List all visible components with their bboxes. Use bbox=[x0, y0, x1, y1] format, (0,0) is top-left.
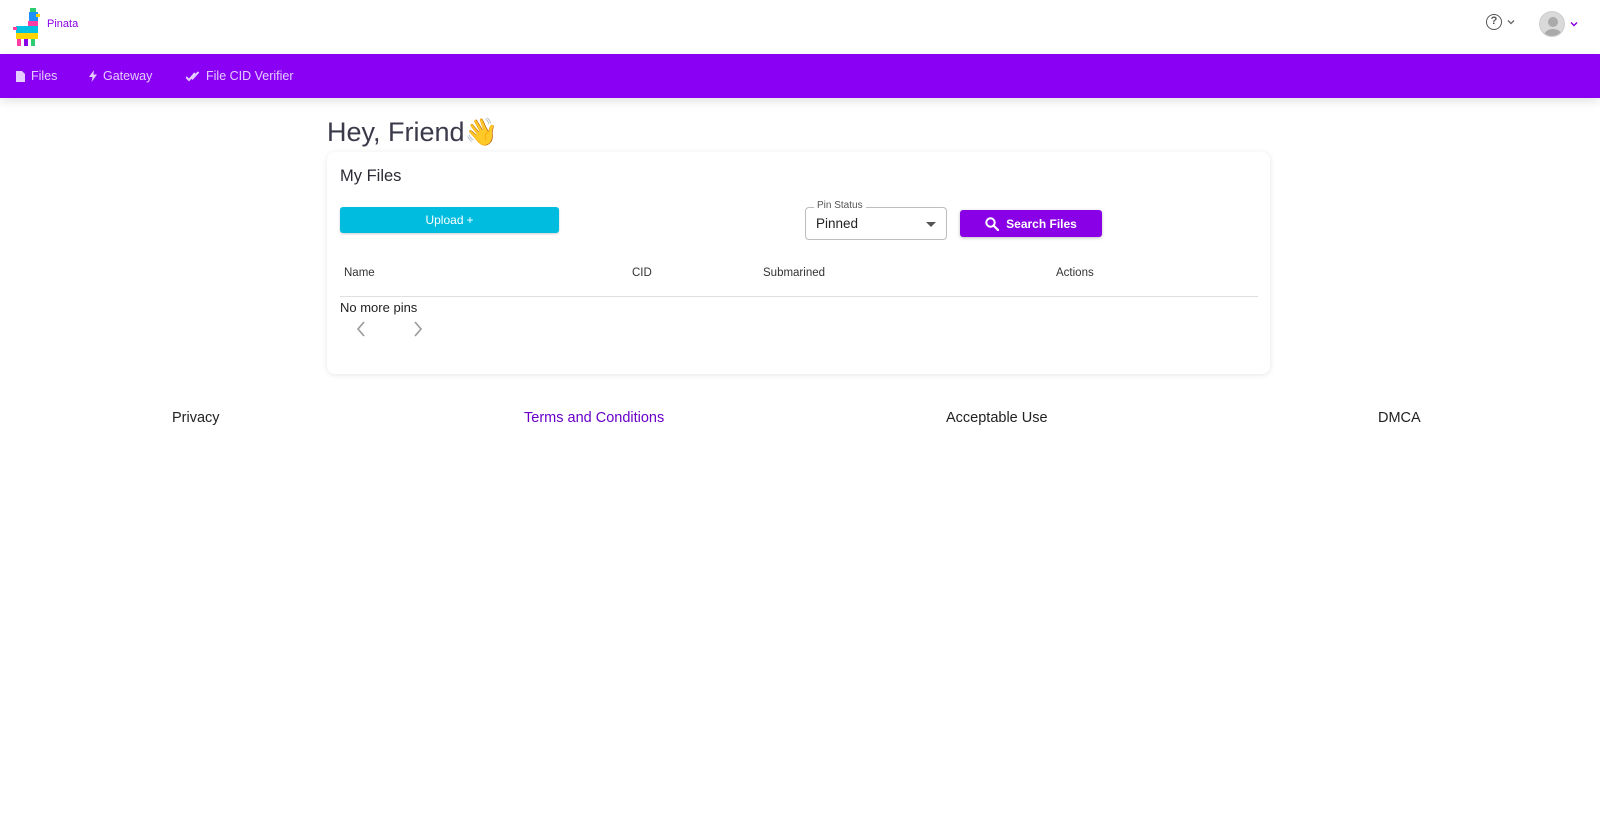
empty-state-message: No more pins bbox=[340, 300, 418, 315]
upload-button[interactable]: Upload + bbox=[340, 207, 559, 233]
nav-item-file-cid-verifier[interactable]: File CID Verifier bbox=[186, 54, 294, 98]
next-page-button[interactable] bbox=[408, 319, 428, 339]
chevron-right-icon bbox=[414, 321, 423, 337]
footer-link-privacy[interactable]: Privacy bbox=[172, 410, 220, 426]
chevron-down-icon bbox=[1507, 20, 1515, 25]
nav-item-label: Gateway bbox=[103, 69, 153, 83]
pin-status-value: Pinned bbox=[816, 216, 859, 231]
table-divider bbox=[340, 296, 1258, 297]
nav-item-files[interactable]: Files bbox=[16, 54, 57, 98]
plus-icon: + bbox=[466, 213, 474, 227]
double-check-icon bbox=[186, 70, 200, 81]
nav-item-label: Files bbox=[31, 69, 58, 83]
search-button-label: Search Files bbox=[1006, 216, 1077, 231]
column-header-name[interactable]: Name bbox=[344, 267, 375, 279]
nav-item-label: File CID Verifier bbox=[206, 69, 294, 83]
avatar-icon bbox=[1544, 17, 1562, 36]
upload-button-label: Upload bbox=[425, 213, 464, 227]
file-icon bbox=[16, 70, 25, 82]
column-header-actions[interactable]: Actions bbox=[1056, 267, 1094, 279]
search-icon bbox=[985, 216, 1000, 231]
column-header-submarined[interactable]: Submarined bbox=[763, 267, 825, 279]
chevron-down-icon bbox=[1570, 21, 1578, 27]
top-header: Pinata ? bbox=[0, 0, 1600, 54]
dropdown-arrow-icon bbox=[926, 222, 936, 227]
main-navbar: Files Gateway File CID Verifier bbox=[0, 54, 1600, 98]
brand-name[interactable]: Pinata bbox=[47, 18, 78, 30]
footer-link-terms[interactable]: Terms and Conditions bbox=[524, 410, 664, 426]
search-files-button[interactable]: Search Files bbox=[960, 210, 1102, 237]
question-circle-icon: ? bbox=[1486, 14, 1502, 30]
nav-item-gateway[interactable]: Gateway bbox=[89, 54, 152, 98]
help-menu[interactable]: ? bbox=[1486, 14, 1516, 30]
account-menu[interactable] bbox=[1539, 11, 1579, 37]
footer-link-dmca[interactable]: DMCA bbox=[1378, 410, 1421, 426]
page-greeting: Hey, Friend👋 bbox=[327, 117, 499, 147]
pin-status-label: Pin Status bbox=[814, 200, 866, 211]
my-files-card: My Files Upload + Pin Status Pinned Sear… bbox=[327, 152, 1270, 374]
bolt-icon bbox=[89, 70, 97, 82]
chevron-left-icon bbox=[356, 321, 365, 337]
avatar bbox=[1539, 11, 1565, 37]
card-title: My Files bbox=[340, 167, 402, 185]
column-header-cid[interactable]: CID bbox=[632, 267, 652, 279]
footer-link-acceptable-use[interactable]: Acceptable Use bbox=[946, 410, 1048, 426]
previous-page-button[interactable] bbox=[351, 319, 371, 339]
pin-status-select[interactable]: Pin Status Pinned bbox=[805, 200, 947, 240]
pinata-logo-icon[interactable] bbox=[12, 8, 42, 46]
